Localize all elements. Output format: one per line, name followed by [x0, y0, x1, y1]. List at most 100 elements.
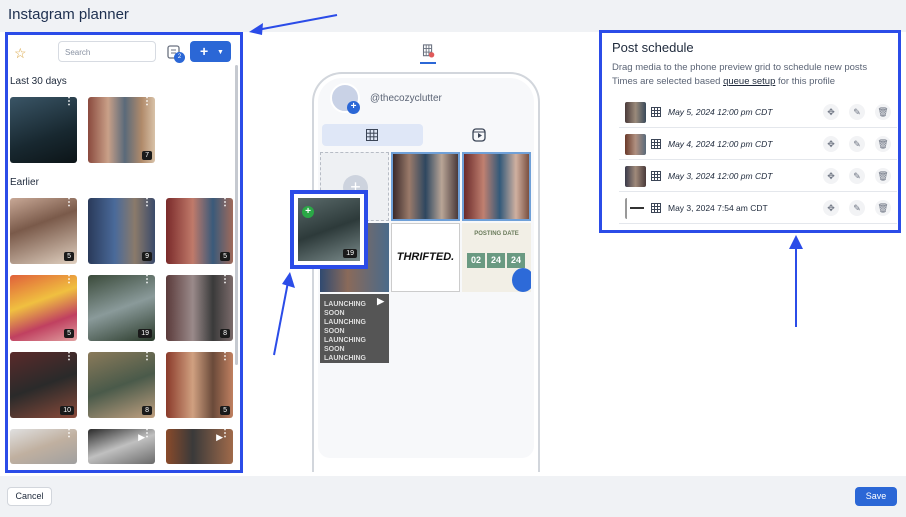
posting-date-number: 02 [467, 253, 485, 268]
item-count-badge: 8 [142, 406, 152, 415]
more-options-icon[interactable]: ⋮ [142, 275, 152, 285]
page-title: Instagram planner [8, 6, 129, 23]
scheduled-date: May 4, 2024 12:00 pm CDT [668, 139, 773, 149]
more-options-icon[interactable]: ⋮ [64, 198, 74, 208]
favorites-star-icon[interactable]: ☆ [14, 45, 27, 62]
more-options-icon[interactable]: ⋮ [142, 97, 152, 107]
grid-post-posting-date[interactable]: POSTING DATE 02 24 24 [462, 223, 531, 292]
media-thumbnail[interactable]: ⋮ 9 [88, 198, 155, 264]
more-options-icon[interactable]: ⋮ [220, 352, 230, 362]
grid-post-thrifted[interactable]: THRIFTED. [391, 223, 460, 292]
delete-icon[interactable]: 🗑 [875, 168, 891, 184]
search-input[interactable]: Search [58, 41, 156, 62]
grid-icon [366, 129, 378, 141]
queue-setup-link[interactable]: queue setup [723, 76, 775, 87]
grid-icon [651, 203, 661, 213]
annotation-arrow [249, 14, 338, 35]
delete-icon[interactable]: 🗑 [875, 104, 891, 120]
video-play-icon: ▶ [377, 296, 384, 306]
video-play-icon: ▶ [138, 432, 145, 442]
video-play-icon: ▶ [216, 432, 223, 442]
media-thumbnail[interactable]: ⋮ [10, 429, 77, 464]
media-thumbnail[interactable]: ⋮ 5 [166, 198, 233, 264]
scheduled-date: May 3, 2024 12:00 pm CDT [668, 171, 773, 181]
scheduled-post-row[interactable]: May 3, 2024 12:00 pm CDT ✥ ✎ 🗑 [619, 161, 897, 192]
cancel-button[interactable]: Cancel [7, 487, 52, 506]
item-count-badge: 19 [343, 249, 357, 258]
annotation-arrow [273, 272, 295, 356]
grid-post-thumbnail[interactable] [391, 152, 460, 221]
delete-icon[interactable]: 🗑 [875, 200, 891, 216]
media-thumbnail[interactable]: ⋮ 19 [88, 275, 155, 341]
move-icon[interactable]: ✥ [823, 168, 839, 184]
dragged-media-item[interactable]: + 19 [290, 190, 368, 269]
scheduled-date: May 3, 2024 7:54 am CDT [668, 203, 768, 213]
scheduled-post-thumbnail [625, 134, 646, 155]
media-thumbnail[interactable]: ⋮ [10, 97, 77, 163]
item-count-badge: 5 [220, 252, 230, 261]
delete-icon[interactable]: 🗑 [875, 136, 891, 152]
more-options-icon[interactable]: ⋮ [64, 275, 74, 285]
item-count-badge: 9 [142, 252, 152, 261]
item-count-badge: 19 [138, 329, 152, 338]
tab-grid[interactable] [322, 124, 423, 146]
grid-icon [651, 107, 661, 117]
more-options-icon[interactable]: ⋮ [220, 275, 230, 285]
scheduled-post-row[interactable]: May 3, 2024 7:54 am CDT ✥ ✎ 🗑 [619, 193, 897, 224]
scheduled-post-row[interactable]: May 5, 2024 12:00 pm CDT ✥ ✎ 🗑 [619, 97, 897, 128]
media-thumbnail[interactable]: ⋮ 7 [88, 97, 155, 163]
item-count-badge: 10 [60, 406, 74, 415]
media-thumbnail[interactable]: ⋮ 8 [166, 275, 233, 341]
more-options-icon[interactable]: ⋮ [64, 352, 74, 362]
section-earlier: Earlier [10, 177, 39, 188]
move-icon[interactable]: ✥ [823, 104, 839, 120]
media-thumbnail[interactable]: ⋮ 5 [10, 275, 77, 341]
media-library-panel: ☆ Search 2 + ▼ Last 30 days ⋮ ⋮ 7 Earlier… [5, 32, 243, 473]
selection-count-badge: 2 [174, 52, 185, 63]
scheduled-post-thumbnail [625, 198, 646, 219]
more-options-icon[interactable]: ⋮ [142, 198, 152, 208]
more-options-icon[interactable]: ⋮ [64, 429, 74, 439]
reels-icon[interactable] [472, 128, 486, 142]
schedule-title: Post schedule [612, 40, 694, 55]
tile-decoration [512, 268, 531, 292]
move-icon[interactable]: ✥ [823, 136, 839, 152]
scheduled-post-thumbnail [625, 102, 646, 123]
edit-icon[interactable]: ✎ [849, 104, 865, 120]
profile-handle: @thecozyclutter [370, 93, 442, 104]
chevron-down-icon: ▼ [217, 49, 224, 56]
edit-icon[interactable]: ✎ [849, 136, 865, 152]
grid-post-thumbnail[interactable] [462, 152, 531, 221]
item-count-badge: 5 [64, 329, 74, 338]
media-thumbnail[interactable]: ⋮ 5 [166, 352, 233, 418]
grid-preview-tab-icon[interactable] [420, 44, 436, 64]
add-media-button[interactable]: + ▼ [190, 41, 231, 62]
more-options-icon[interactable]: ⋮ [142, 352, 152, 362]
schedule-desc-text: Times are selected based [612, 76, 724, 87]
item-count-badge: 8 [220, 329, 230, 338]
annotation-arrow [789, 235, 803, 327]
grid-icon [651, 171, 661, 181]
item-count-badge: 5 [220, 406, 230, 415]
more-options-icon[interactable]: ⋮ [220, 198, 230, 208]
media-thumbnail[interactable]: ⋮ ▶ [166, 429, 233, 464]
edit-icon[interactable]: ✎ [849, 200, 865, 216]
library-scrollbar[interactable] [235, 65, 238, 365]
save-button[interactable]: Save [855, 487, 897, 506]
scheduled-post-row[interactable]: May 4, 2024 12:00 pm CDT ✥ ✎ 🗑 [619, 129, 897, 160]
section-recent: Last 30 days [10, 76, 67, 87]
media-thumbnail[interactable]: ⋮ 8 [88, 352, 155, 418]
grid-icon [651, 139, 661, 149]
move-icon[interactable]: ✥ [823, 200, 839, 216]
media-thumbnail[interactable]: ⋮ 5 [10, 198, 77, 264]
media-thumbnail[interactable]: ⋮ ▶ [88, 429, 155, 464]
item-count-badge: 7 [142, 151, 152, 160]
grid-post-launching-soon[interactable]: LAUNCHING SOON LAUNCHING SOON LAUNCHING … [320, 294, 389, 363]
media-thumbnail[interactable]: ⋮ 10 [10, 352, 77, 418]
more-options-icon[interactable]: ⋮ [64, 97, 74, 107]
scheduled-post-thumbnail [625, 166, 646, 187]
schedule-desc-text: for this profile [775, 76, 836, 87]
edit-icon[interactable]: ✎ [849, 168, 865, 184]
schedule-description: Drag media to the phone preview grid to … [612, 61, 897, 89]
add-avatar-icon[interactable]: + [347, 101, 360, 114]
